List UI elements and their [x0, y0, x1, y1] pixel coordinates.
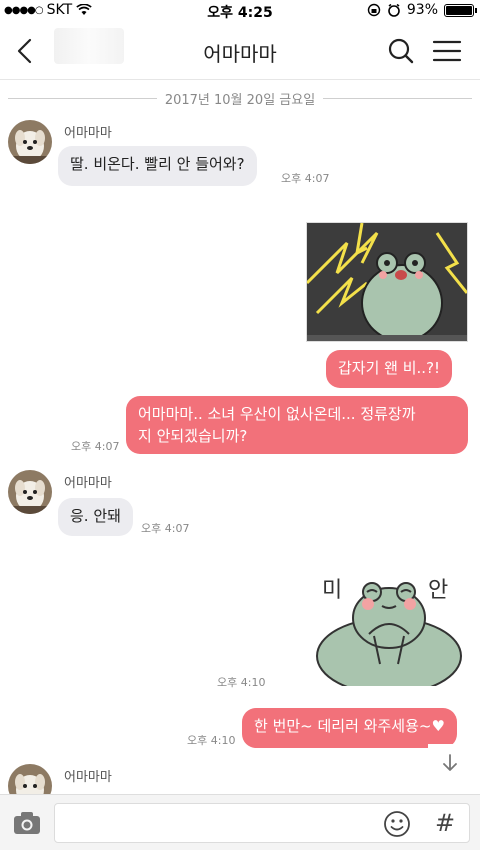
status-right: 93% — [367, 2, 477, 18]
message-time: 오후 4:10 — [217, 676, 266, 689]
outgoing-message-bubble[interactable]: 갑자기 왠 비..?! — [326, 350, 453, 388]
message-time: 오후 4:07 — [281, 172, 330, 185]
divider-line — [323, 97, 473, 99]
search-icon[interactable] — [384, 34, 418, 68]
status-bar: ●●●●○ SKT 오후 4:25 93% — [0, 0, 480, 22]
message-time: 오후 4:10 — [187, 734, 236, 747]
hamburger-menu-icon[interactable] — [430, 34, 464, 68]
incoming-message-bubble[interactable]: 딸. 비온다. 빨리 안 들어와? — [58, 146, 257, 186]
scroll-to-bottom-button[interactable] — [428, 744, 472, 782]
avatar[interactable] — [8, 470, 52, 514]
chat-header: 어마마마 — [0, 22, 480, 80]
battery-percent: 93% — [406, 2, 438, 18]
sender-name: 어마마마 — [64, 126, 112, 141]
sender-name: 어마마마 — [64, 476, 112, 491]
sender-name: 어마마마 — [64, 770, 112, 785]
message-time: 오후 4:07 — [71, 440, 120, 453]
arrow-down-icon — [443, 754, 457, 771]
avatar[interactable] — [8, 120, 52, 164]
frog-lightning-image — [307, 223, 467, 341]
dog-avatar-image — [8, 470, 52, 514]
smiley-icon[interactable] — [382, 809, 412, 839]
message-time: 오후 4:07 — [141, 522, 190, 535]
hashtag-button[interactable]: # — [430, 805, 460, 841]
alarm-icon — [388, 3, 400, 17]
shared-image[interactable] — [306, 222, 468, 342]
date-divider: 2017년 10월 20일 금요일 — [8, 88, 473, 108]
outgoing-message-bubble[interactable]: 한 번만~ 데리러 와주세용~♥ — [242, 708, 457, 748]
date-text: 2017년 10월 20일 금요일 — [164, 92, 316, 108]
divider-line — [8, 97, 157, 99]
frog-sorry-sticker[interactable] — [314, 574, 464, 686]
camera-icon[interactable] — [12, 809, 42, 837]
message-line: 어마마마.. 소녀 우산이 없사온데... 정류장까 — [138, 405, 416, 423]
outgoing-message-bubble[interactable]: 어마마마.. 소녀 우산이 없사온데... 정류장까 지 안되겠습니까? — [126, 396, 468, 454]
message-input-bar: # — [0, 794, 480, 850]
message-line: 지 안되겠습니까? — [138, 427, 248, 445]
incoming-message-bubble[interactable]: 응. 안돼 — [58, 498, 133, 536]
battery-fill — [446, 5, 473, 15]
battery-icon — [444, 3, 477, 17]
dog-avatar-image — [8, 120, 52, 164]
rotation-lock-icon — [367, 3, 381, 17]
